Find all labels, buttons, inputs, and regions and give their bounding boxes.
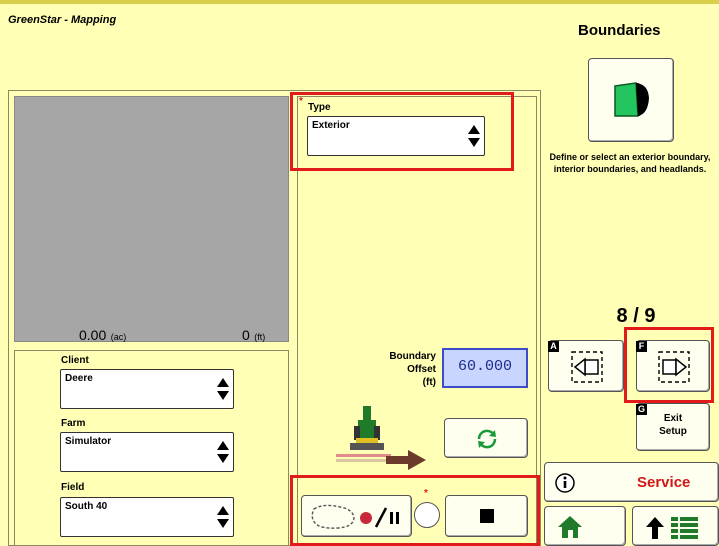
- menu-button[interactable]: [632, 506, 719, 546]
- boundary-type-select[interactable]: Exterior: [307, 116, 485, 156]
- farm-select[interactable]: Simulator: [60, 432, 234, 472]
- home-icon: [558, 516, 582, 538]
- service-label: Service: [637, 474, 691, 491]
- recording-required-mark: *: [424, 488, 428, 499]
- type-label: Type: [308, 102, 331, 113]
- previous-page-button[interactable]: [548, 340, 624, 392]
- area-readout: 0.00 (ac): [79, 327, 126, 345]
- client-value: Deere: [65, 373, 93, 384]
- menu-up-arrow-icon: [646, 517, 698, 539]
- next-key-badge: F: [636, 341, 647, 352]
- up-down-arrows-icon: [217, 378, 229, 400]
- helper-text: Define or select an exterior boundary, i…: [549, 152, 711, 174]
- boundary-type-value: Exterior: [312, 120, 350, 131]
- recording-status-indicator: [414, 502, 440, 528]
- boundary-offset-unit: (ft): [422, 377, 436, 388]
- refresh-icon: [477, 429, 497, 449]
- up-down-arrows-icon: [468, 125, 480, 147]
- page-title: Boundaries: [578, 22, 661, 39]
- info-icon: [555, 473, 575, 493]
- client-label: Client: [61, 355, 89, 366]
- length-value: 0: [242, 327, 250, 343]
- area-unit: (ac): [110, 332, 127, 342]
- page-counter: 8 / 9: [616, 305, 656, 327]
- boundary-offset-label-line1: Boundary: [389, 351, 436, 362]
- boundaries-mode-button[interactable]: [588, 58, 674, 142]
- length-readout: 0 (ft): [242, 327, 265, 345]
- field-boundary-icon: [614, 82, 649, 117]
- up-down-arrows-icon: [217, 506, 229, 528]
- map-preview: 0.00 (ac) 0 (ft): [14, 96, 289, 345]
- previous-page-icon: [571, 351, 603, 383]
- next-page-icon: [658, 351, 690, 383]
- length-unit: (ft): [254, 332, 266, 342]
- app-title: GreenStar - Mapping: [8, 14, 117, 26]
- field-label: Field: [61, 482, 85, 493]
- exit-setup-label-line1: Exit: [663, 413, 683, 424]
- stop-icon: [480, 509, 494, 523]
- boundary-settings-panel: [297, 96, 537, 546]
- type-required-mark: *: [299, 96, 303, 107]
- boundary-offset-label-line2: Offset: [407, 364, 436, 375]
- refresh-offset-button[interactable]: [444, 418, 528, 458]
- previous-key-badge: A: [548, 341, 559, 352]
- field-value: South 40: [65, 501, 108, 512]
- farm-value: Simulator: [65, 436, 112, 447]
- farm-label: Farm: [61, 418, 86, 429]
- client-select[interactable]: Deere: [60, 369, 234, 409]
- field-select[interactable]: South 40: [60, 497, 234, 537]
- boundary-offset-label: Boundary Offset (ft): [360, 350, 436, 389]
- title-bar-line: [0, 0, 719, 4]
- tractor-offset-icon: [336, 406, 426, 470]
- exit-setup-label: Exit Setup: [637, 412, 709, 438]
- record-pause-boundary-icon: [311, 504, 399, 529]
- record-pause-boundary-button[interactable]: [301, 495, 412, 537]
- home-button[interactable]: [544, 506, 626, 546]
- exit-key-badge: G: [636, 404, 647, 415]
- exit-setup-button[interactable]: Exit Setup: [636, 403, 710, 451]
- stop-recording-button[interactable]: [445, 495, 528, 537]
- up-down-arrows-icon: [217, 441, 229, 463]
- service-button[interactable]: Service: [544, 462, 719, 502]
- boundary-offset-input[interactable]: 60.000: [442, 348, 528, 388]
- exit-setup-label-line2: Setup: [659, 426, 687, 437]
- area-value: 0.00: [79, 327, 107, 343]
- next-page-button[interactable]: [636, 340, 710, 392]
